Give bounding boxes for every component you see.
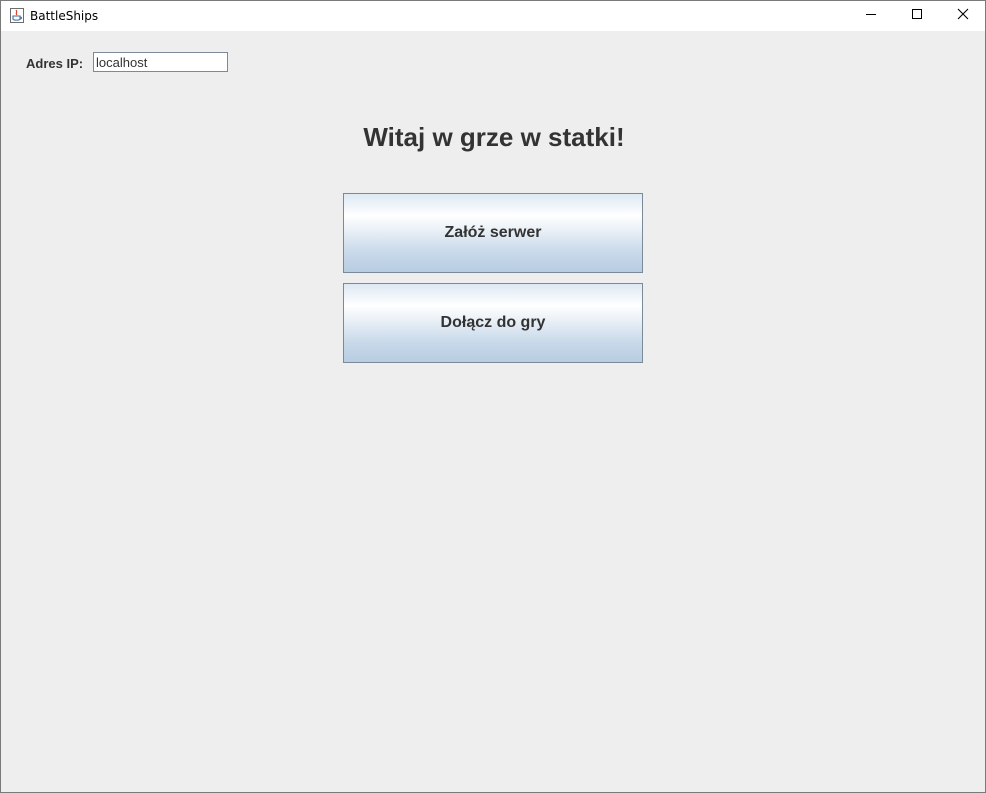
app-window: BattleShips Adres IP: Witaj w grze w sta…	[0, 0, 986, 793]
ip-address-label: Adres IP:	[26, 56, 84, 71]
window-title: BattleShips	[30, 9, 99, 23]
minimize-button[interactable]	[848, 1, 894, 31]
close-icon	[957, 7, 969, 25]
title-bar[interactable]: BattleShips	[1, 1, 985, 31]
join-game-button[interactable]: Dołącz do gry	[343, 283, 643, 363]
minimize-icon	[865, 7, 877, 25]
maximize-icon	[911, 7, 923, 25]
close-button[interactable]	[940, 1, 986, 31]
maximize-button[interactable]	[894, 1, 940, 31]
main-panel: Adres IP: Witaj w grze w statki! Załóż s…	[1, 31, 985, 792]
ip-address-input[interactable]	[93, 52, 228, 72]
welcome-heading: Witaj w grze w statki!	[363, 122, 625, 152]
host-server-button[interactable]: Załóż serwer	[343, 193, 643, 273]
java-coffee-icon	[10, 8, 24, 23]
